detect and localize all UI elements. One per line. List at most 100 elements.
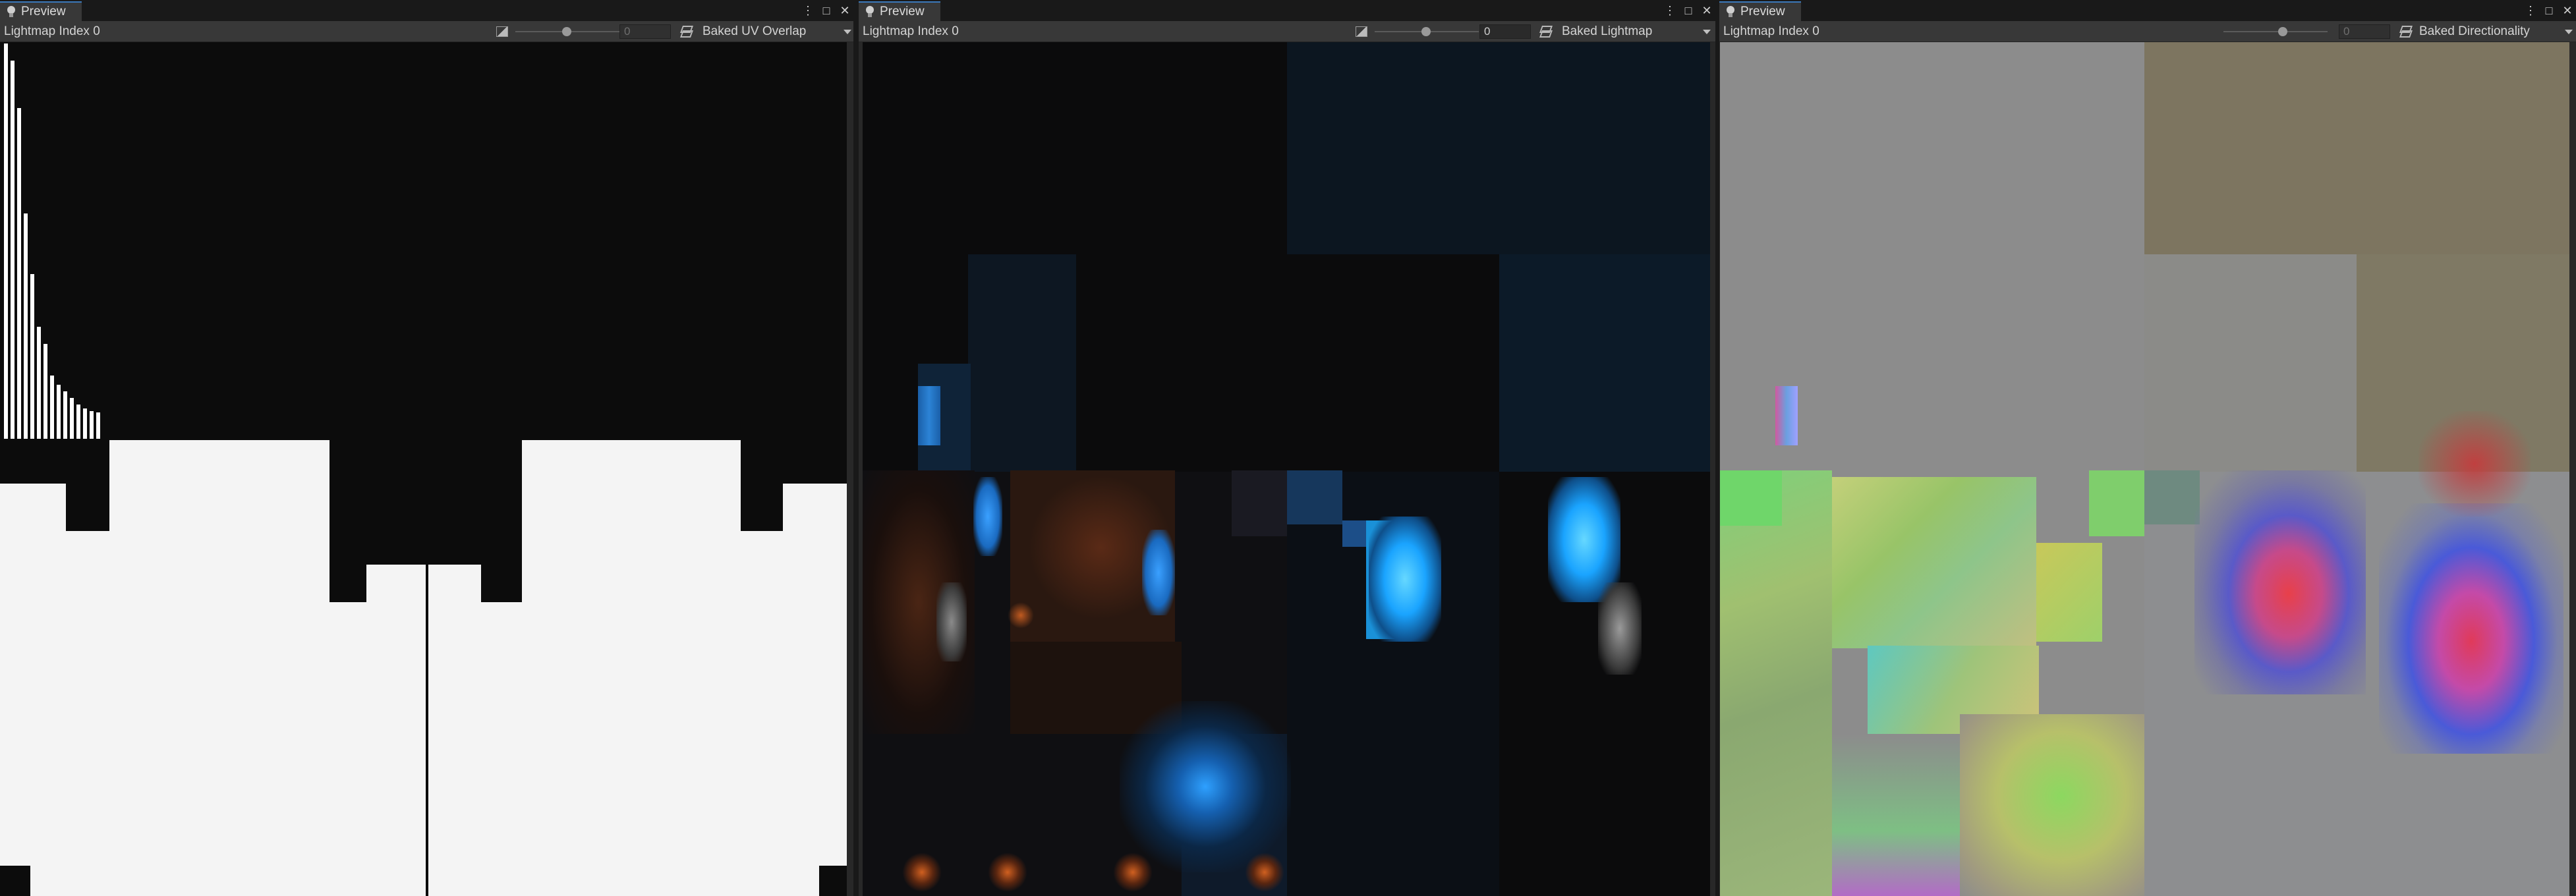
tab-bar: Preview ⋮ □ ✕ (1719, 0, 2576, 21)
lightmap-chart (1120, 701, 1291, 872)
directionality-chart (1775, 386, 1798, 445)
more-options-icon[interactable]: ⋮ (2525, 4, 2536, 17)
lightbulb-icon (7, 6, 16, 18)
uv-island (329, 602, 366, 896)
chevron-down-icon[interactable] (844, 30, 851, 34)
uv-island (428, 565, 481, 896)
uv-island (481, 602, 522, 896)
uv-chart-strip (50, 376, 54, 439)
chevron-down-icon[interactable] (2565, 30, 2573, 34)
lightmap-index-label: Lightmap Index 0 (4, 24, 100, 38)
uv-island (0, 484, 66, 896)
maximize-icon[interactable]: □ (2543, 4, 2555, 17)
lightmap-chart (1008, 602, 1034, 629)
maximize-icon[interactable]: □ (820, 4, 832, 17)
preview-toolbar: Lightmap Index 0 0 Baked Directionality (1719, 21, 2576, 42)
uv-gap (0, 866, 30, 896)
uv-chart-strip (24, 213, 28, 439)
uv-island (522, 440, 741, 896)
directionality-chart (2194, 470, 2366, 694)
tab-label: Preview (1740, 5, 1785, 18)
lightmap-chart (936, 582, 967, 661)
exposure-input[interactable]: 0 (2339, 24, 2390, 39)
directionality-chart (1832, 734, 1960, 896)
uv-chart-strip (57, 385, 61, 439)
mode-dropdown[interactable]: Baked UV Overlap (702, 21, 806, 42)
uv-island (66, 531, 109, 896)
layers-icon (1539, 26, 1551, 38)
lightmap-index-label: Lightmap Index 0 (863, 24, 959, 38)
directionality-chart (1832, 477, 2036, 648)
lightbulb-icon (865, 6, 874, 18)
window-buttons: ⋮ □ ✕ (2525, 3, 2573, 18)
lightmap-chart (918, 386, 940, 445)
directionality-chart (2144, 42, 2569, 254)
exposure-input[interactable]: 0 (619, 24, 671, 39)
uv-island (366, 565, 426, 896)
uv-chart-strip (70, 398, 74, 439)
lightmap-chart (1598, 582, 1642, 675)
uv-chart-strip (83, 408, 87, 439)
lightmap-chart (1232, 470, 1287, 536)
preview-tab[interactable]: Preview (0, 1, 82, 21)
chevron-down-icon[interactable] (1703, 30, 1711, 34)
uv-island (741, 531, 783, 896)
preview-panel-lightmap: Preview ⋮ □ ✕ Lightmap Index 0 0 Baked L… (859, 0, 1715, 896)
uv-chart-strip (90, 411, 94, 439)
directionality-chart (2089, 470, 2144, 536)
lightmap-chart (1499, 254, 1710, 472)
lightmap-chart (1245, 853, 1284, 892)
uv-chart-strip (37, 327, 41, 439)
lightmap-index-label: Lightmap Index 0 (1723, 24, 1819, 38)
tab-bar: Preview ⋮ □ ✕ (0, 0, 853, 21)
lightmap-chart (968, 254, 1076, 472)
uv-chart-strip (30, 274, 34, 439)
mode-dropdown[interactable]: Baked Directionality (2419, 21, 2530, 42)
lightmap-viewport[interactable] (1720, 42, 2569, 896)
window-buttons: ⋮ □ ✕ (1664, 3, 1713, 18)
tab-bar: Preview ⋮ □ ✕ (859, 0, 1715, 21)
preview-toolbar: Lightmap Index 0 0 Baked UV Overlap (0, 21, 853, 42)
maximize-icon[interactable]: □ (1682, 4, 1694, 17)
exposure-icon (496, 26, 508, 37)
more-options-icon[interactable]: ⋮ (802, 4, 814, 17)
lightmap-chart (988, 853, 1027, 892)
preview-toolbar: Lightmap Index 0 0 Baked Lightmap (859, 21, 1715, 42)
preview-tab[interactable]: Preview (859, 1, 940, 21)
layers-icon (2399, 26, 2411, 38)
more-options-icon[interactable]: ⋮ (1664, 4, 1676, 17)
close-icon[interactable]: ✕ (839, 4, 851, 17)
directionality-chart (1960, 714, 2144, 896)
close-icon[interactable]: ✕ (2562, 4, 2573, 17)
uv-chart-strip (17, 108, 21, 439)
lightmap-viewport[interactable] (0, 42, 847, 896)
lightmap-chart (1287, 470, 1342, 524)
exposure-input[interactable]: 0 (1479, 24, 1531, 39)
close-icon[interactable]: ✕ (1701, 4, 1713, 17)
exposure-slider-handle[interactable] (562, 27, 571, 36)
lightmap-viewport[interactable] (863, 42, 1710, 896)
directionality-chart (2419, 411, 2531, 517)
directionality-chart (2144, 254, 2357, 472)
directionality-chart (2379, 503, 2563, 754)
uv-chart-strip (96, 412, 100, 439)
preview-panel-directionality: Preview ⋮ □ ✕ Lightmap Index 0 0 Baked D… (1719, 0, 2576, 896)
uv-island (109, 440, 329, 896)
exposure-slider[interactable] (2223, 31, 2328, 32)
lightmap-chart (1142, 530, 1175, 615)
uv-chart-strip (4, 43, 8, 439)
mode-dropdown[interactable]: Baked Lightmap (1562, 21, 1652, 42)
directionality-chart (2036, 543, 2102, 642)
directionality-chart (1720, 470, 1782, 526)
exposure-slider-handle[interactable] (1421, 27, 1431, 36)
preview-tab[interactable]: Preview (1719, 1, 1801, 21)
window-buttons: ⋮ □ ✕ (802, 3, 851, 18)
uv-chart-strip (43, 344, 47, 439)
exposure-icon (1356, 26, 1367, 37)
uv-island (783, 484, 847, 896)
uv-chart-strip (76, 405, 80, 439)
layers-icon (680, 26, 692, 38)
exposure-slider-handle[interactable] (2278, 27, 2287, 36)
directionality-chart (1720, 470, 1832, 896)
lightbulb-icon (1726, 6, 1735, 18)
